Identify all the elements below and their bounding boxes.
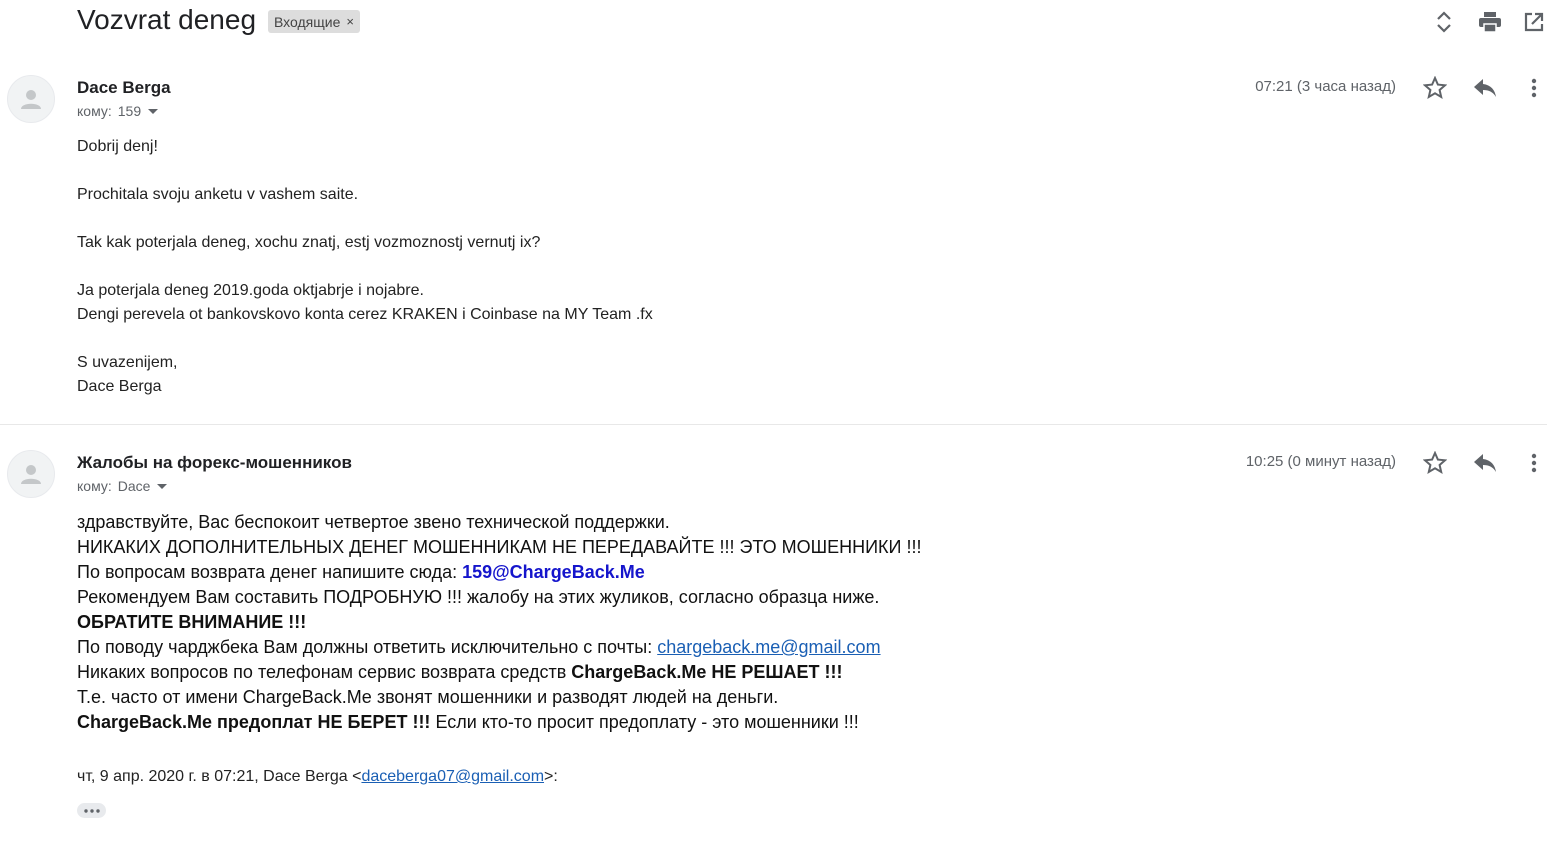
sender-avatar: [7, 75, 55, 123]
label-chip-inbox[interactable]: Входящие ×: [268, 10, 360, 33]
body-bold-text: ChargeBack.Me предоплат НЕ БЕРЕТ !!!: [77, 712, 431, 732]
body-line: здравствуйте, Вас беспокоит четвертое зв…: [77, 512, 670, 532]
ellipsis-icon: [83, 808, 100, 813]
recipients-line[interactable]: кому: 159: [77, 103, 159, 119]
reply-icon[interactable]: [1470, 73, 1500, 103]
sender-avatar: [7, 450, 55, 498]
body-text: По поводу чарджбека Вам должны ответить …: [77, 637, 658, 657]
body-line: Dobrij denj!: [77, 138, 158, 155]
message-divider: [0, 424, 1547, 425]
body-line: Tak kak poterjala deneg, xochu znatj, es…: [77, 234, 541, 251]
to-value: Dace: [117, 478, 151, 494]
body-text: Если кто-то просит предоплату - это моше…: [430, 712, 859, 732]
body-line: [77, 207, 977, 231]
body-line: Никаких вопросов по телефонам сервис воз…: [77, 660, 1277, 685]
label-text: Входящие: [274, 13, 341, 30]
body-text: Никаких вопросов по телефонам сервис воз…: [77, 662, 572, 682]
body-line: [77, 159, 977, 183]
message-body: здравствуйте, Вас беспокоит четвертое зв…: [77, 510, 1277, 735]
body-bold-text: ChargeBack.Me НЕ РЕШАЕТ !!!: [571, 662, 843, 682]
star-icon[interactable]: [1420, 448, 1450, 478]
message-time: 07:21 (3 часа назад): [1255, 78, 1396, 95]
body-line: ChargeBack.Me предоплат НЕ БЕРЕТ !!! Есл…: [77, 710, 1277, 735]
quote-suffix: >:: [544, 768, 558, 785]
remove-label-icon[interactable]: ×: [346, 14, 354, 29]
message-body: Dobrij denj! Prochitala svoju anketu v v…: [77, 135, 977, 399]
to-value: 159: [117, 103, 142, 119]
sender-name[interactable]: Dace Berga: [77, 78, 171, 98]
chevron-down-icon: [157, 484, 168, 489]
to-label: кому:: [77, 103, 112, 119]
body-line: Т.е. часто от имени ChargeBack.Me звонят…: [77, 687, 779, 707]
recipients-line[interactable]: кому: Dace: [77, 478, 168, 494]
quoted-sender-email-link[interactable]: daceberga07@gmail.com: [361, 768, 544, 785]
body-line: [77, 255, 977, 279]
person-icon: [21, 465, 41, 484]
expand-collapse-icon[interactable]: [1430, 8, 1458, 36]
quote-prefix: чт, 9 апр. 2020 г. в 07:21, Dace Berga <: [77, 768, 362, 785]
body-line: НИКАКИХ ДОПОЛНИТЕЛЬНЫХ ДЕНЕГ МОШЕННИКАМ …: [77, 537, 922, 557]
body-line: S uvazenijem,: [77, 354, 178, 371]
show-trimmed-content-button[interactable]: [77, 803, 106, 818]
body-line: [77, 327, 977, 351]
body-line: Рекомендуем Вам составить ПОДРОБНУЮ !!! …: [77, 587, 880, 607]
reply-icon[interactable]: [1470, 448, 1500, 478]
more-options-icon[interactable]: [1519, 73, 1549, 103]
body-line: По вопросам возврата денег напишите сюда…: [77, 560, 1277, 585]
star-icon[interactable]: [1420, 73, 1450, 103]
more-options-icon[interactable]: [1519, 448, 1549, 478]
support-email[interactable]: 159@ChargeBack.Me: [462, 562, 645, 582]
open-in-new-window-icon[interactable]: [1520, 8, 1548, 36]
email-subject: Vozvrat deneg: [77, 4, 257, 35]
chargeback-email-link[interactable]: chargeback.me@gmail.com: [657, 637, 880, 657]
attention-heading: ОБРАТИТЕ ВНИМАНИЕ !!!: [77, 612, 307, 632]
body-text: По вопросам возврата денег напишите сюда…: [77, 562, 463, 582]
message-time: 10:25 (0 минут назад): [1245, 453, 1396, 470]
body-line: Dengi perevela ot bankovskovo konta cere…: [77, 306, 653, 323]
to-label: кому:: [77, 478, 112, 494]
body-line: Dace Berga: [77, 378, 162, 395]
quoted-message-header: чт, 9 апр. 2020 г. в 07:21, Dace Berga <…: [77, 768, 558, 786]
body-line: Ja poterjala deneg 2019.goda oktjabrje i…: [77, 282, 424, 299]
print-icon[interactable]: [1476, 8, 1504, 36]
person-icon: [21, 90, 41, 109]
chevron-down-icon: [148, 109, 159, 114]
sender-name[interactable]: Жалобы на форекс-мошенников: [77, 453, 352, 473]
body-line: По поводу чарджбека Вам должны ответить …: [77, 635, 1277, 660]
body-line: Prochitala svoju anketu v vashem saite.: [77, 186, 359, 203]
